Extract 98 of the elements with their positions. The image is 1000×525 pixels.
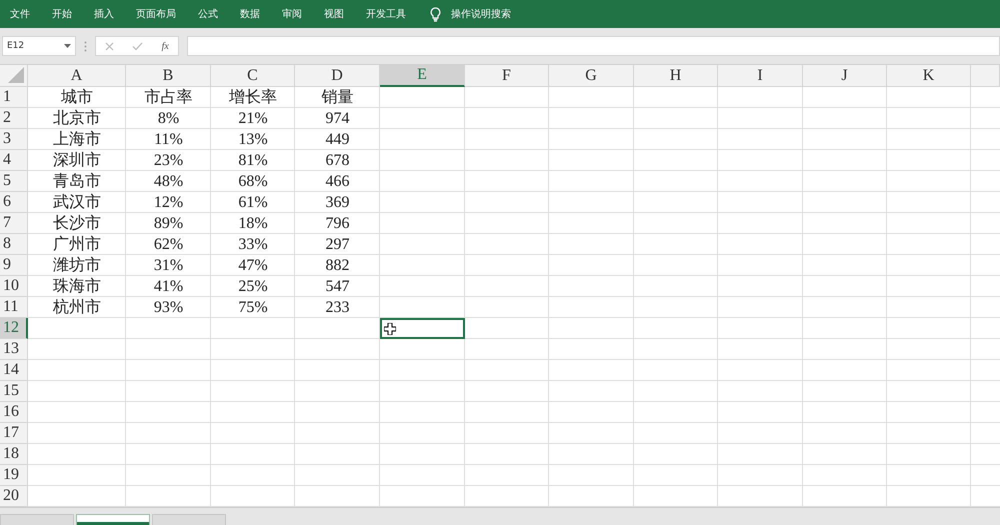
- table-cell-text: 31%: [152, 256, 184, 276]
- menu-tab[interactable]: 视图: [324, 7, 344, 21]
- table-cell-text: 974: [324, 108, 350, 128]
- table-cell-text: 上海市: [52, 130, 102, 150]
- table-cell-text: 41%: [152, 276, 184, 296]
- table-cell-text: 369: [324, 192, 350, 212]
- row-header[interactable]: 6: [0, 192, 28, 213]
- row-header[interactable]: 14: [0, 360, 28, 381]
- column-header[interactable]: B: [126, 65, 211, 87]
- table-cell-text: 8%: [156, 108, 180, 128]
- table-cell-text: 61%: [237, 192, 269, 212]
- row-header[interactable]: 1: [0, 87, 28, 108]
- column-header[interactable]: I: [718, 65, 803, 87]
- column-header[interactable]: H: [634, 65, 718, 87]
- table-cell-text: 杭州市: [52, 298, 102, 318]
- menu-tab[interactable]: 审阅: [282, 7, 302, 21]
- row-header[interactable]: 7: [0, 213, 28, 234]
- row-header[interactable]: 19: [0, 465, 28, 486]
- table-cell-text: 81%: [237, 150, 269, 170]
- column-header[interactable]: J: [803, 65, 887, 87]
- row-header[interactable]: 9: [0, 255, 28, 276]
- table-cell-text: 297: [324, 234, 350, 254]
- table-cell-text: 青岛市: [52, 172, 102, 192]
- table-cell-text: 11%: [153, 130, 184, 150]
- table-cell-text: 深圳市: [52, 150, 102, 171]
- table-cell-text: 466: [324, 172, 350, 192]
- row-header[interactable]: 15: [0, 381, 28, 402]
- table-cell-text: 882: [324, 256, 350, 276]
- table-cell-text: 13%: [237, 130, 269, 150]
- column-header[interactable]: D: [295, 65, 380, 87]
- sheet-tab[interactable]: [76, 514, 150, 525]
- cancel-icon[interactable]: [105, 42, 114, 50]
- table-cell-text: 潍坊市: [52, 256, 102, 276]
- table-cell-text: 25%: [237, 276, 269, 296]
- menu-tab[interactable]: 公式: [198, 7, 218, 21]
- row-header[interactable]: 2: [0, 108, 28, 129]
- name-box[interactable]: E12: [2, 36, 76, 56]
- table-cell-text: 75%: [237, 298, 269, 318]
- table-cell-text: 珠海市: [52, 276, 102, 297]
- table-cell-text: 广州市: [52, 234, 102, 255]
- table-cell-text: 武汉市: [52, 192, 102, 213]
- row-header[interactable]: 10: [0, 276, 28, 297]
- table-cell-text: 48%: [152, 172, 184, 192]
- column-header[interactable]: E: [380, 65, 465, 87]
- select-all-button[interactable]: [0, 65, 28, 87]
- column-header[interactable]: [971, 65, 1000, 87]
- search-field[interactable]: 操作说明搜索: [451, 7, 511, 21]
- checkmark-icon[interactable]: [132, 42, 144, 50]
- table-cell-text: 449: [324, 130, 350, 150]
- table-cell-text: 23%: [152, 150, 184, 170]
- row-header[interactable]: 17: [0, 423, 28, 444]
- table-cell-text: 796: [324, 214, 350, 234]
- table-cell-text: 增长率: [228, 88, 278, 108]
- table-cell-text: 12%: [152, 192, 184, 212]
- row-header[interactable]: 5: [0, 171, 28, 192]
- table-cell-text: 18%: [237, 214, 269, 234]
- table-cell-text: 北京市: [52, 108, 102, 129]
- dropdown-arrow-icon: [64, 44, 71, 48]
- row-header[interactable]: 4: [0, 150, 28, 171]
- cross-cursor-icon: [384, 322, 396, 334]
- menu-tab[interactable]: 文件: [10, 7, 30, 21]
- table-cell-text: 33%: [237, 234, 269, 254]
- table-cell-text: 233: [324, 298, 350, 318]
- table-cell-text: 62%: [152, 234, 184, 254]
- selected-cell[interactable]: [380, 318, 465, 339]
- column-header[interactable]: G: [549, 65, 634, 87]
- table-cell-text: 销量: [320, 88, 354, 108]
- formula-input[interactable]: [187, 36, 1000, 56]
- row-header[interactable]: 8: [0, 234, 28, 255]
- column-header[interactable]: A: [28, 65, 126, 87]
- table-cell-text: 678: [324, 150, 350, 170]
- menu-tab[interactable]: 页面布局: [136, 7, 176, 21]
- table-cell-text: 93%: [152, 298, 184, 318]
- table-cell-text: 长沙市: [52, 214, 102, 234]
- insert-function-button[interactable]: fx: [162, 40, 169, 52]
- column-header[interactable]: C: [211, 65, 295, 87]
- table-cell-text: 547: [324, 276, 350, 296]
- row-header[interactable]: 12: [0, 318, 28, 339]
- table-cell-text: 市占率: [144, 88, 194, 108]
- menu-tab[interactable]: 开始: [52, 7, 72, 21]
- dots-icon: [84, 40, 87, 52]
- row-header[interactable]: 16: [0, 402, 28, 423]
- menu-tab[interactable]: 数据: [240, 7, 260, 21]
- table-cell-text: 47%: [237, 256, 269, 276]
- row-header[interactable]: 3: [0, 129, 28, 150]
- table-cell-text: 89%: [152, 214, 184, 234]
- table-cell-text: 城市: [60, 88, 94, 108]
- menu-tab[interactable]: 插入: [94, 7, 114, 21]
- table-cell-text: 21%: [237, 108, 269, 128]
- table-cell-text: 68%: [237, 172, 269, 192]
- menu-tab[interactable]: 开发工具: [366, 7, 406, 21]
- column-header[interactable]: F: [465, 65, 549, 87]
- column-header[interactable]: K: [887, 65, 971, 87]
- row-header[interactable]: 20: [0, 486, 28, 507]
- row-header[interactable]: 18: [0, 444, 28, 465]
- lightbulb-icon: [430, 6, 441, 22]
- row-header[interactable]: 11: [0, 297, 28, 318]
- row-header[interactable]: 13: [0, 339, 28, 360]
